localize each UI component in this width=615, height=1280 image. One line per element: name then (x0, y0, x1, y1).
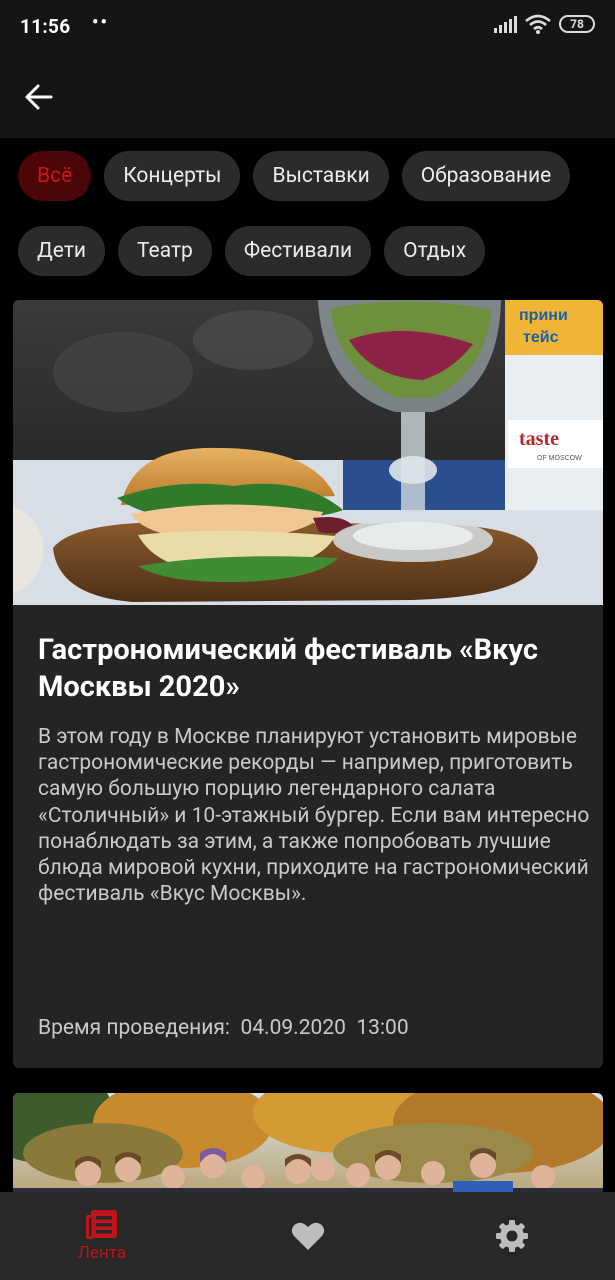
nav-feed[interactable]: Лента (60, 1192, 144, 1280)
event-image-2 (13, 1093, 603, 1203)
chip-education[interactable]: Образование (401, 151, 571, 201)
event-image: прини тейс taste OF MOSCOW (13, 300, 603, 605)
nav-feed-label: Лента (77, 1243, 127, 1263)
back-arrow-icon (25, 84, 53, 110)
wifi-icon (525, 14, 551, 34)
chip-concerts[interactable]: Концерты (104, 151, 241, 201)
chip-exhibitions[interactable]: Выставки (253, 151, 389, 201)
event-time-row: Время проведения: 04.09.2020 13:00 (38, 1016, 409, 1040)
svg-text:тейс: тейс (523, 329, 559, 346)
nav-settings[interactable] (476, 1192, 548, 1280)
back-button[interactable] (18, 76, 60, 118)
event-title: Гастрономический фестиваль «Вкус Москвы … (38, 633, 538, 704)
event-time-label: Время проведения: (38, 1016, 231, 1040)
feed-icon (86, 1210, 117, 1239)
battery-level: 78 (570, 17, 584, 31)
svg-text:прини: прини (519, 307, 568, 324)
notification-dots: •• (92, 12, 109, 33)
event-date: 04.09.2020 (240, 1016, 346, 1040)
app-bar (0, 52, 615, 138)
nav-favorites[interactable] (272, 1192, 344, 1280)
status-bar: 11:56 •• 78 (0, 0, 615, 52)
event-description: В этом году в Москве планируют установит… (38, 725, 590, 907)
battery-icon: 78 (559, 15, 595, 33)
bottom-navigation: Лента (0, 1192, 615, 1280)
event-card[interactable]: прини тейс taste OF MOSCOW Гастрономичес… (13, 300, 603, 1068)
event-card-2[interactable] (13, 1093, 603, 1203)
signal-icon (494, 16, 517, 33)
taste-sign-sub: OF MOSCOW (537, 455, 582, 462)
filter-chips-row-2: Дети Театр Фестивали Отдых (18, 226, 486, 276)
chip-kids[interactable]: Дети (18, 226, 106, 276)
chip-festivals[interactable]: Фестивали (224, 226, 372, 276)
gear-icon (496, 1220, 528, 1252)
heart-icon (291, 1222, 325, 1250)
status-icons: 78 (493, 14, 595, 34)
status-time: 11:56 (20, 15, 71, 38)
chip-theatre[interactable]: Театр (118, 226, 212, 276)
chip-leisure[interactable]: Отдых (384, 226, 486, 276)
filter-chips-row-1: Всё Концерты Выставки Образование (18, 151, 571, 201)
event-hour: 13:00 (356, 1016, 409, 1040)
taste-sign-text: taste (519, 428, 559, 450)
chip-all[interactable]: Всё (18, 151, 92, 201)
